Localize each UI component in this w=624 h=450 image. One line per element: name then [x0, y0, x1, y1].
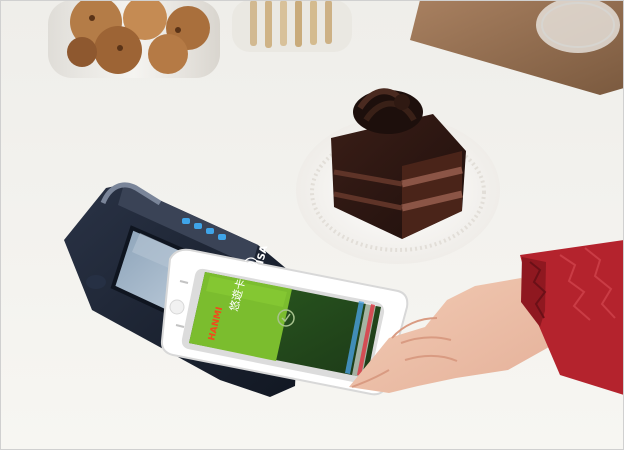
cookie-jar — [48, 0, 220, 78]
photo-illustration: 悠遊卡 HANMI VISA — [0, 0, 624, 450]
breadstick-jar — [232, 0, 352, 52]
photo-scene: 悠遊卡 HANMI VISA — [0, 0, 624, 450]
